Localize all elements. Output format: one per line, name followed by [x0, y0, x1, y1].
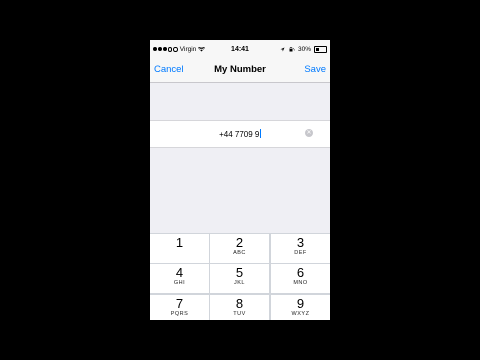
numeric-keypad: 1 2 ABC 3 DEF 4 GHI 5 JKL 6 MNO 7 PQRS 8 — [150, 233, 330, 320]
key-2[interactable]: 2 ABC — [210, 233, 269, 263]
save-button[interactable]: Save — [304, 64, 326, 75]
phone-number-value: +44 7709 9 — [219, 130, 260, 139]
key-5[interactable]: 5 JKL — [210, 264, 269, 293]
rotation-lock-icon — [289, 47, 295, 52]
battery-icon — [314, 46, 327, 53]
text-cursor — [259, 129, 261, 138]
status-right: 30% — [280, 46, 327, 53]
key-4[interactable]: 4 GHI — [150, 264, 209, 293]
key-8[interactable]: 8 TUV — [210, 294, 269, 320]
key-7[interactable]: 7 PQRS — [150, 294, 209, 320]
key-9[interactable]: 9 WXYZ — [271, 294, 330, 320]
navigation-bar: Cancel My Number Save — [150, 60, 330, 83]
phone-screen: Virgin 14:41 30% Cancel My Number Save +… — [150, 40, 330, 320]
location-arrow-icon — [280, 47, 285, 52]
key-1[interactable]: 1 — [150, 233, 209, 263]
clear-icon[interactable]: ✕ — [305, 129, 313, 137]
phone-number-input[interactable]: +44 7709 9 — [150, 129, 330, 139]
battery-percent: 30% — [297, 46, 311, 53]
status-bar: Virgin 14:41 30% — [150, 40, 330, 60]
key-3[interactable]: 3 DEF — [271, 233, 330, 263]
page-title: My Number — [214, 64, 266, 75]
key-6[interactable]: 6 MNO — [271, 264, 330, 293]
phone-number-field[interactable]: +44 7709 9 ✕ — [150, 120, 330, 148]
